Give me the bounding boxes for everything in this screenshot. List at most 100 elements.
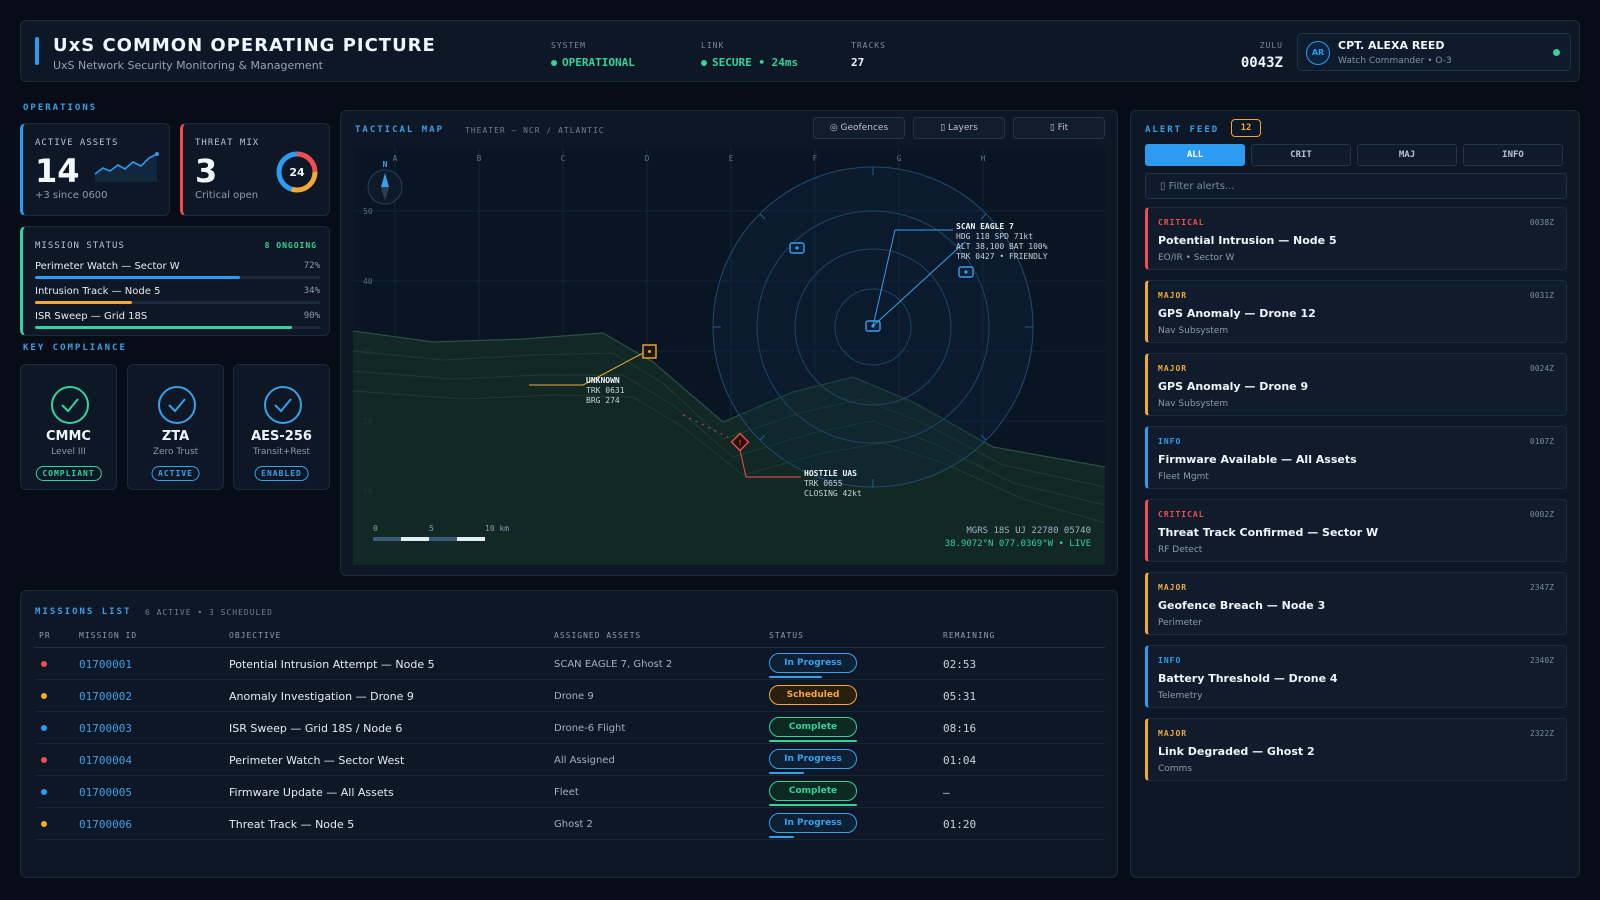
mission-objective: Potential Intrusion Attempt — Node 5: [229, 658, 435, 671]
mission-objective: Perimeter Watch — Sector West: [229, 754, 405, 767]
threat-donut-value: 24: [289, 166, 305, 179]
tactical-map-label: TACTICAL MAP: [355, 125, 445, 135]
status-badge: In Progress: [769, 653, 857, 673]
scan-eagle-marker[interactable]: [958, 266, 974, 278]
track-label-line: TRK 0655: [804, 479, 843, 488]
alert-time: 0038Z: [1529, 218, 1554, 227]
compliance-card-cmmc[interactable]: CMMC Level III COMPLIANT: [20, 364, 117, 490]
tactical-map[interactable]: A B C D E F G H 50 40 30 20 10: [353, 147, 1105, 565]
filter-tab-crit[interactable]: CRIT: [1251, 144, 1351, 166]
status-progress-bar: [769, 804, 857, 806]
link-label: LINK: [701, 41, 725, 50]
mission-id-link[interactable]: 01700002: [79, 690, 132, 703]
track-label-line: TRK 0631: [586, 386, 625, 395]
alert-source: EO/IR • Sector W: [1158, 253, 1235, 263]
filter-tab-all[interactable]: ALL: [1145, 144, 1245, 166]
threat-mix-card[interactable]: THREAT MIX 3 Critical open 24: [180, 123, 330, 216]
map-col-label: B: [477, 154, 482, 163]
mission-id-link[interactable]: 01700001: [79, 658, 132, 671]
scale-label: 10 km: [485, 524, 509, 533]
alert-time: 2322Z: [1529, 729, 1554, 738]
alert-source: RF Detect: [1158, 545, 1203, 555]
active-assets-sub: +3 since 0600: [35, 190, 108, 201]
filter-tab-info[interactable]: INFO: [1463, 144, 1563, 166]
mission-status-row[interactable]: ISR Sweep — Grid 18S 90%: [35, 311, 320, 329]
column-header-pr[interactable]: PR: [39, 631, 51, 640]
check-circle-icon: [51, 386, 89, 424]
track-label-line: TRK 0427 • FRIENDLY: [956, 252, 1048, 261]
compliance-card-aes[interactable]: AES-256 Transit+Rest ENABLED: [233, 364, 330, 490]
app-title: UxS COMMON OPERATING PICTURE: [53, 35, 436, 56]
scale-label: 5: [429, 524, 434, 533]
table-row[interactable]: 01700001 Potential Intrusion Attempt — No…: [35, 648, 1105, 680]
system-label: SYSTEM: [551, 41, 586, 50]
alert-severity: MAJOR: [1158, 364, 1188, 373]
filter-alerts-input[interactable]: [1145, 173, 1567, 199]
status-dot-icon: [701, 60, 707, 66]
table-row[interactable]: 01700005 Firmware Update — All Assets Flee…: [35, 776, 1105, 808]
missions-list-label: MISSIONS LIST: [35, 607, 132, 617]
table-row[interactable]: 01700004 Perimeter Watch — Sector West All…: [35, 744, 1105, 776]
alert-title: Battery Threshold — Drone 4: [1158, 672, 1338, 685]
map-col-label: E: [729, 154, 734, 163]
priority-dot-icon: [41, 821, 47, 827]
mission-assets: Drone-6 Flight: [554, 723, 626, 734]
mission-status-percent: 34%: [303, 286, 320, 296]
mission-remaining: 01:20: [943, 818, 977, 831]
track-label-line: HOSTILE UAS: [804, 469, 857, 478]
column-header-objective[interactable]: OBJECTIVE: [229, 631, 281, 640]
alert-severity: INFO: [1158, 656, 1182, 665]
tracks-label: TRACKS: [851, 41, 886, 50]
alert-card[interactable]: CRITICAL 0002Z Threat Track Confirmed — Se…: [1145, 499, 1567, 562]
alert-title: Link Degraded — Ghost 2: [1158, 745, 1315, 758]
user-profile[interactable]: AR CPT. ALEXA REED Watch Commander • O-3: [1297, 33, 1571, 71]
threat-mix-label: THREAT MIX: [195, 138, 260, 148]
friendly-drone-marker[interactable]: [789, 242, 805, 254]
active-assets-card[interactable]: ACTIVE ASSETS 14 +3 since 0600: [20, 123, 170, 216]
table-row[interactable]: 01700006 Threat Track — Node 5 Ghost 2 In P…: [35, 808, 1105, 840]
mission-status-row[interactable]: Intrusion Track — Node 5 34%: [35, 286, 320, 304]
alert-time: 2347Z: [1529, 583, 1554, 592]
mission-id-link[interactable]: 01700005: [79, 786, 132, 799]
mission-objective: Firmware Update — All Assets: [229, 786, 394, 799]
compliance-card-zta[interactable]: ZTA Zero Trust ACTIVE: [127, 364, 224, 490]
alert-card[interactable]: MAJOR 0031Z GPS Anomaly — Drone 12 Nav Subs…: [1145, 280, 1567, 343]
column-header-remaining[interactable]: REMAINING: [943, 631, 995, 640]
geofences-button[interactable]: ◎ Geofences: [813, 117, 905, 139]
filter-tab-maj[interactable]: MAJ: [1357, 144, 1457, 166]
alert-card[interactable]: INFO 2340Z Battery Threshold — Drone 4 Tele…: [1145, 645, 1567, 708]
alert-card[interactable]: MAJOR 2347Z Geofence Breach — Node 3 Perime…: [1145, 572, 1567, 635]
compliance-badge: ENABLED: [254, 466, 309, 481]
compass-north-label: N: [383, 160, 388, 169]
mission-status-row[interactable]: Perimeter Watch — Sector W 72%: [35, 261, 320, 279]
fit-button[interactable]: ▯ Fit: [1013, 117, 1105, 139]
alert-card[interactable]: MAJOR 2322Z Link Degraded — Ghost 2 Comms: [1145, 718, 1567, 781]
map-col-label: A: [393, 154, 398, 163]
track-label-line: BRG 274: [586, 396, 620, 405]
compliance-sub: Zero Trust: [152, 447, 199, 457]
mission-remaining: 05:31: [943, 690, 977, 703]
alert-card[interactable]: INFO 0107Z Firmware Available — All Assets…: [1145, 426, 1567, 489]
threat-mix-sub: Critical open: [195, 190, 259, 201]
column-header-status[interactable]: STATUS: [769, 631, 804, 640]
mission-assets: Fleet: [554, 787, 579, 798]
alert-severity: CRITICAL: [1158, 510, 1205, 519]
alert-card[interactable]: MAJOR 0024Z GPS Anomaly — Drone 9 Nav Subsy…: [1145, 353, 1567, 416]
alert-severity: MAJOR: [1158, 583, 1188, 592]
table-row[interactable]: 01700003 ISR Sweep — Grid 18S / Node 6 Dro…: [35, 712, 1105, 744]
column-header-assets[interactable]: ASSIGNED ASSETS: [554, 631, 641, 640]
track-label-line: HDG 118 SPD 71kt: [956, 232, 1033, 241]
threat-donut-chart: 24: [276, 151, 318, 193]
alert-card[interactable]: CRITICAL 0038Z Potential Intrusion — Node …: [1145, 207, 1567, 270]
mission-id-link[interactable]: 01700003: [79, 722, 132, 735]
alert-source: Comms: [1158, 764, 1193, 774]
mission-id-link[interactable]: 01700006: [79, 818, 132, 831]
avatar: AR: [1306, 41, 1330, 65]
mission-assets: All Assigned: [554, 755, 615, 766]
mission-id-link[interactable]: 01700004: [79, 754, 132, 767]
layers-button[interactable]: ▯ Layers: [913, 117, 1005, 139]
column-header-id[interactable]: MISSION ID: [79, 631, 137, 640]
table-row[interactable]: 01700002 Anomaly Investigation — Drone 9 D…: [35, 680, 1105, 712]
compliance-sub: Transit+Rest: [253, 447, 310, 457]
alert-title: GPS Anomaly — Drone 12: [1158, 307, 1316, 320]
